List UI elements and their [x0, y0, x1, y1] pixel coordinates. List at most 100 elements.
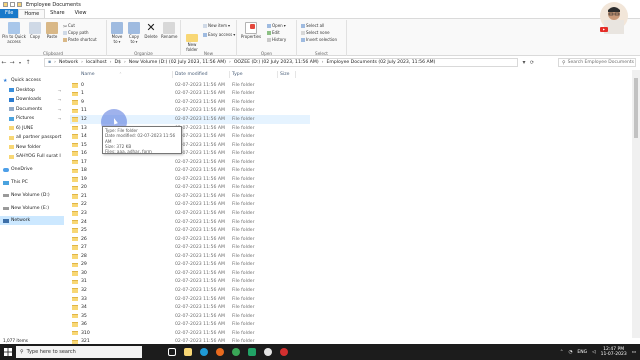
file-row[interactable]: 25 02-07-2023 11:56 AM File folder [70, 226, 310, 235]
pin-quick-access-button[interactable]: Pin to Quick access [2, 22, 26, 44]
edge-icon[interactable] [196, 344, 212, 360]
column-header-size[interactable]: Size [280, 70, 289, 79]
nav-pictures[interactable]: Pictures ⊸ [0, 114, 64, 123]
tab-file[interactable]: File [0, 9, 19, 18]
clock[interactable]: 12:47 PM 11-07-2023 [601, 347, 627, 357]
file-row[interactable]: 23 02-07-2023 11:56 AM File folder [70, 209, 310, 218]
select-none-button[interactable]: Select none [301, 30, 330, 35]
language-indicator[interactable]: ENG [577, 350, 587, 355]
file-row[interactable]: 17 02-07-2023 11:56 AM File folder [70, 158, 310, 167]
tray-chevron-icon[interactable]: ⌃ [560, 350, 564, 355]
file-row[interactable]: 21 02-07-2023 11:56 AM File folder [70, 192, 310, 201]
record-icon[interactable] [276, 344, 292, 360]
new-folder-icon[interactable] [17, 2, 22, 7]
back-arrow-icon[interactable]: ← [0, 59, 8, 66]
file-row[interactable]: 310 02-07-2023 11:56 AM File folder [70, 329, 310, 338]
delete-button[interactable]: ✕ Delete [144, 22, 158, 40]
nav-all-partner-passport[interactable]: all partner passport [0, 133, 64, 142]
crumb-localhost[interactable]: localhost [86, 60, 107, 65]
search-box[interactable]: ⚲ Search Employee Documents [558, 58, 636, 67]
nav-downloads[interactable]: Downloads ⊸ [0, 95, 64, 104]
up-arrow-icon[interactable]: ↑ [24, 59, 32, 66]
copy-button[interactable]: Copy [28, 22, 42, 40]
file-row[interactable]: 30 02-07-2023 11:56 AM File folder [70, 269, 310, 278]
refresh-icon[interactable]: ⟳ [528, 60, 536, 66]
tab-share[interactable]: Share [45, 9, 69, 18]
file-row[interactable]: 19 02-07-2023 11:56 AM File folder [70, 175, 310, 184]
new-folder-button[interactable]: New folder [183, 34, 201, 52]
file-row[interactable]: 36 02-07-2023 11:56 AM File folder [70, 320, 310, 329]
file-row[interactable]: 18 02-07-2023 11:56 AM File folder [70, 167, 310, 176]
taskbar-search[interactable]: ⚲ Type here to search [16, 346, 142, 358]
rename-button[interactable]: Rename [161, 22, 177, 40]
file-row[interactable]: 20 02-07-2023 11:56 AM File folder [70, 184, 310, 193]
properties-button[interactable]: Properties [239, 22, 263, 40]
file-row[interactable]: 22 02-07-2023 11:56 AM File folder [70, 201, 310, 210]
nav-volume-e[interactable]: New Volume (E:) [0, 204, 64, 213]
file-row[interactable]: 24 02-07-2023 11:56 AM File folder [70, 218, 310, 227]
vertical-scrollbar[interactable] [632, 70, 640, 338]
crumb-network[interactable]: Network [59, 60, 78, 65]
select-all-button[interactable]: Select all [301, 23, 324, 28]
recent-chevron-icon[interactable]: ▾ [16, 60, 24, 65]
paste-shortcut-button[interactable]: Paste shortcut [63, 37, 97, 42]
invert-selection-button[interactable]: Invert selection [301, 37, 337, 42]
paste-button[interactable]: Paste [45, 22, 59, 40]
file-row[interactable]: 31 02-07-2023 11:56 AM File folder [70, 278, 310, 287]
notification-icon[interactable]: ▭ [632, 350, 636, 355]
column-header-type[interactable]: Type [232, 70, 243, 79]
chrome-alt-icon[interactable] [260, 344, 276, 360]
pin-icon[interactable]: ⊸ [58, 97, 61, 102]
file-row[interactable]: 34 02-07-2023 11:56 AM File folder [70, 303, 310, 312]
move-to-button[interactable]: Move to ▾ [110, 22, 124, 44]
column-header-date[interactable]: Date modified [175, 70, 208, 79]
firefox-icon[interactable] [212, 344, 228, 360]
nav-volume-d[interactable]: New Volume (D:) [0, 191, 64, 200]
pin-icon[interactable]: ⊸ [58, 107, 61, 112]
new-item-button[interactable]: New item ▾ [203, 23, 230, 28]
nav-sahyog[interactable]: SAHYOG Full surat I [0, 152, 64, 161]
crumb-d-share[interactable]: D$ [114, 60, 120, 65]
open-button[interactable]: Open ▾ [267, 23, 286, 28]
nav-documents[interactable]: Documents ⊸ [0, 105, 64, 114]
history-button[interactable]: History [267, 37, 286, 42]
file-row[interactable]: 28 02-07-2023 11:56 AM File folder [70, 252, 310, 261]
tab-view[interactable]: View [70, 9, 92, 18]
nav-onedrive[interactable]: OneDrive [0, 165, 64, 174]
task-view-icon[interactable] [164, 344, 180, 360]
volume-icon[interactable]: ◁ [592, 350, 595, 355]
scrollbar-thumb[interactable] [634, 78, 638, 138]
chrome-icon[interactable] [228, 344, 244, 360]
tab-home[interactable]: Home [18, 9, 46, 18]
file-row[interactable]: 29 02-07-2023 11:56 AM File folder [70, 261, 310, 270]
file-row[interactable]: 35 02-07-2023 11:56 AM File folder [70, 312, 310, 321]
wifi-icon[interactable]: ◔ [568, 350, 572, 355]
column-header-name[interactable]: Name [81, 70, 95, 79]
crumb-oozee[interactable]: OOZEE (D:) (02 July 2023, 11:56 AM) [234, 60, 319, 65]
file-row[interactable]: 0 02-07-2023 11:56 AM File folder [70, 81, 310, 90]
cut-button[interactable]: ✂ Cut [63, 23, 75, 30]
file-row[interactable]: 27 02-07-2023 11:56 AM File folder [70, 243, 310, 252]
copy-to-button[interactable]: Copy to ▾ [127, 22, 141, 44]
copy-path-button[interactable]: Copy path [63, 30, 89, 35]
nav-new-folder[interactable]: New folder [0, 143, 64, 152]
forward-arrow-icon[interactable]: → [8, 59, 16, 66]
edit-button[interactable]: Edit [267, 30, 280, 35]
nav-quick-access[interactable]: ★ Quick access [0, 76, 64, 85]
nav-network[interactable]: Network [0, 216, 64, 225]
nav-this-pc[interactable]: This PC [0, 178, 64, 187]
file-row[interactable]: 32 02-07-2023 11:56 AM File folder [70, 286, 310, 295]
crumb-new-volume[interactable]: New Volume (D:) (02 July 2023, 11:56 AM) [129, 60, 226, 65]
address-dropdown-icon[interactable]: ▾ [520, 59, 528, 66]
pin-icon[interactable]: ⊸ [58, 116, 61, 121]
pin-icon[interactable]: ⊸ [58, 88, 61, 93]
app-green-icon[interactable] [244, 344, 260, 360]
file-row[interactable]: 33 02-07-2023 11:56 AM File folder [70, 295, 310, 304]
address-bar[interactable]: ▪ › Network › localhost › D$ › New Volum… [44, 58, 518, 67]
start-button[interactable] [0, 344, 16, 360]
easy-access-button[interactable]: Easy access ▾ [203, 32, 235, 37]
file-row[interactable]: 26 02-07-2023 11:56 AM File folder [70, 235, 310, 244]
file-row[interactable]: 1 02-07-2023 11:56 AM File folder [70, 90, 310, 99]
file-explorer-icon[interactable] [180, 344, 196, 360]
nav-june[interactable]: 6) JUNE [0, 124, 64, 133]
